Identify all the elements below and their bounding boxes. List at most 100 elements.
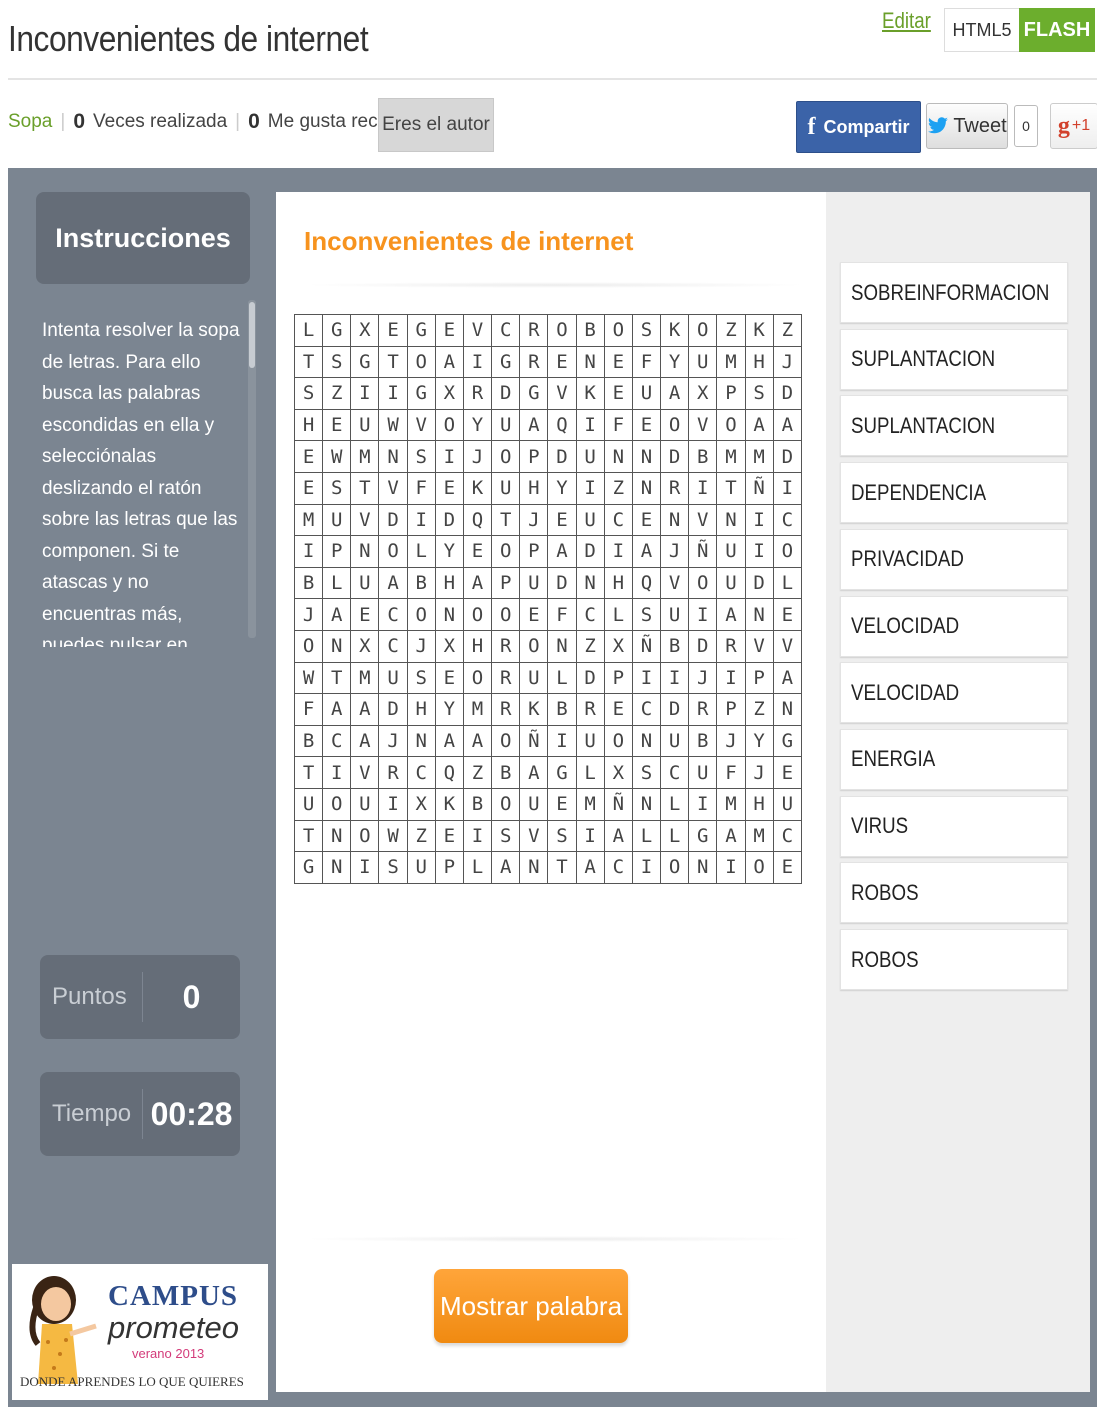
grid-letter-cell[interactable]: C (772, 503, 803, 537)
grid-letter-cell[interactable]: G (350, 345, 380, 379)
grid-letter-cell[interactable]: N (688, 851, 718, 884)
grid-letter-cell[interactable]: A (350, 693, 380, 726)
edit-link[interactable]: Editar (882, 8, 931, 34)
tweet-button[interactable]: Tweet (926, 103, 1008, 149)
grid-letter-cell[interactable]: B (688, 440, 718, 473)
grid-letter-cell[interactable]: O (350, 819, 380, 853)
grid-letter-cell[interactable]: E (434, 819, 464, 853)
grid-letter-cell[interactable]: G (322, 314, 352, 347)
grid-letter-cell[interactable]: V (688, 503, 718, 537)
grid-letter-cell[interactable]: I (688, 598, 718, 631)
grid-letter-cell[interactable]: H (462, 629, 493, 663)
grid-letter-cell[interactable]: N (434, 598, 464, 631)
grid-letter-cell[interactable]: O (716, 408, 746, 442)
grid-letter-cell[interactable]: I (631, 851, 662, 884)
grid-letter-cell[interactable]: D (547, 566, 577, 600)
grid-letter-cell[interactable]: O (406, 345, 436, 379)
grid-letter-cell[interactable]: S (293, 377, 324, 410)
grid-letter-cell[interactable]: Z (716, 314, 746, 347)
grid-letter-cell[interactable]: J (772, 345, 803, 379)
grid-letter-cell[interactable]: C (603, 851, 633, 884)
grid-letter-cell[interactable]: A (462, 724, 493, 758)
grid-letter-cell[interactable]: J (716, 724, 746, 758)
grid-letter-cell[interactable]: H (744, 345, 774, 379)
grid-letter-cell[interactable]: H (519, 471, 549, 505)
grid-letter-cell[interactable]: C (603, 503, 633, 537)
grid-letter-cell[interactable]: C (575, 598, 605, 631)
grid-letter-cell[interactable]: A (744, 408, 774, 442)
grid-letter-cell[interactable]: U (519, 661, 549, 695)
grid-letter-cell[interactable]: I (631, 661, 662, 695)
grid-letter-cell[interactable]: T (322, 661, 352, 695)
grid-letter-cell[interactable]: P (744, 661, 774, 695)
grid-letter-cell[interactable]: Q (547, 408, 577, 442)
grid-letter-cell[interactable]: R (519, 345, 549, 379)
grid-letter-cell[interactable]: I (406, 503, 436, 537)
grid-letter-cell[interactable]: X (603, 756, 633, 789)
grid-letter-cell[interactable]: D (491, 377, 521, 410)
grid-letter-cell[interactable]: N (716, 503, 746, 537)
grid-letter-cell[interactable]: Z (462, 756, 493, 789)
grid-letter-cell[interactable]: I (378, 787, 408, 821)
grid-letter-cell[interactable]: R (378, 756, 408, 789)
grid-letter-cell[interactable]: F (406, 471, 436, 505)
grid-letter-cell[interactable]: L (462, 851, 493, 884)
grid-letter-cell[interactable]: N (322, 851, 352, 884)
grid-letter-cell[interactable]: A (716, 819, 746, 853)
grid-letter-cell[interactable]: D (547, 440, 577, 473)
grid-letter-cell[interactable]: J (462, 440, 493, 473)
grid-letter-cell[interactable]: O (772, 535, 803, 568)
grid-letter-cell[interactable]: U (575, 440, 605, 473)
grid-letter-cell[interactable]: U (716, 535, 746, 568)
grid-letter-cell[interactable]: N (406, 724, 436, 758)
grid-letter-cell[interactable]: N (519, 851, 549, 884)
grid-letter-cell[interactable]: A (631, 535, 662, 568)
grid-letter-cell[interactable]: V (406, 408, 436, 442)
grid-letter-cell[interactable]: S (322, 345, 352, 379)
grid-letter-cell[interactable]: Q (462, 503, 493, 537)
google-plus-button[interactable]: g +1 (1050, 103, 1097, 149)
grid-letter-cell[interactable]: G (491, 345, 521, 379)
grid-letter-cell[interactable]: C (491, 314, 521, 347)
grid-letter-cell[interactable]: O (491, 535, 521, 568)
grid-letter-cell[interactable]: M (350, 440, 380, 473)
grid-letter-cell[interactable]: K (660, 314, 690, 347)
grid-letter-cell[interactable]: M (716, 345, 746, 379)
grid-letter-cell[interactable]: X (350, 314, 380, 347)
flash-mode-button[interactable]: FLASH (1019, 8, 1095, 52)
grid-letter-cell[interactable]: K (434, 787, 464, 821)
grid-letter-cell[interactable]: L (406, 535, 436, 568)
grid-letter-cell[interactable]: F (293, 693, 324, 726)
grid-letter-cell[interactable]: B (660, 629, 690, 663)
grid-letter-cell[interactable]: E (519, 598, 549, 631)
grid-letter-cell[interactable]: J (744, 756, 774, 789)
grid-letter-cell[interactable]: E (547, 345, 577, 379)
grid-letter-cell[interactable]: S (631, 598, 662, 631)
grid-letter-cell[interactable]: P (519, 440, 549, 473)
grid-letter-cell[interactable]: X (406, 787, 436, 821)
instructions-scroll-thumb[interactable] (249, 302, 255, 368)
grid-letter-cell[interactable]: K (744, 314, 774, 347)
grid-letter-cell[interactable]: L (603, 598, 633, 631)
grid-letter-cell[interactable]: U (688, 345, 718, 379)
grid-letter-cell[interactable]: G (547, 756, 577, 789)
grid-letter-cell[interactable]: D (378, 503, 408, 537)
grid-letter-cell[interactable]: O (434, 408, 464, 442)
grid-letter-cell[interactable]: V (772, 629, 803, 663)
grid-letter-cell[interactable]: D (772, 377, 803, 410)
grid-letter-cell[interactable]: R (519, 314, 549, 347)
grid-letter-cell[interactable]: E (631, 408, 662, 442)
grid-letter-cell[interactable]: N (660, 503, 690, 537)
grid-letter-cell[interactable]: A (603, 819, 633, 853)
grid-letter-cell[interactable]: W (378, 819, 408, 853)
grid-letter-cell[interactable]: V (547, 377, 577, 410)
grid-letter-cell[interactable]: H (406, 693, 436, 726)
grid-letter-cell[interactable]: L (575, 756, 605, 789)
grid-letter-cell[interactable]: I (744, 503, 774, 537)
grid-letter-cell[interactable]: G (406, 314, 436, 347)
grid-letter-cell[interactable]: J (660, 535, 690, 568)
grid-letter-cell[interactable]: I (716, 851, 746, 884)
grid-letter-cell[interactable]: D (660, 440, 690, 473)
grid-letter-cell[interactable]: D (378, 693, 408, 726)
grid-letter-cell[interactable]: R (716, 629, 746, 663)
